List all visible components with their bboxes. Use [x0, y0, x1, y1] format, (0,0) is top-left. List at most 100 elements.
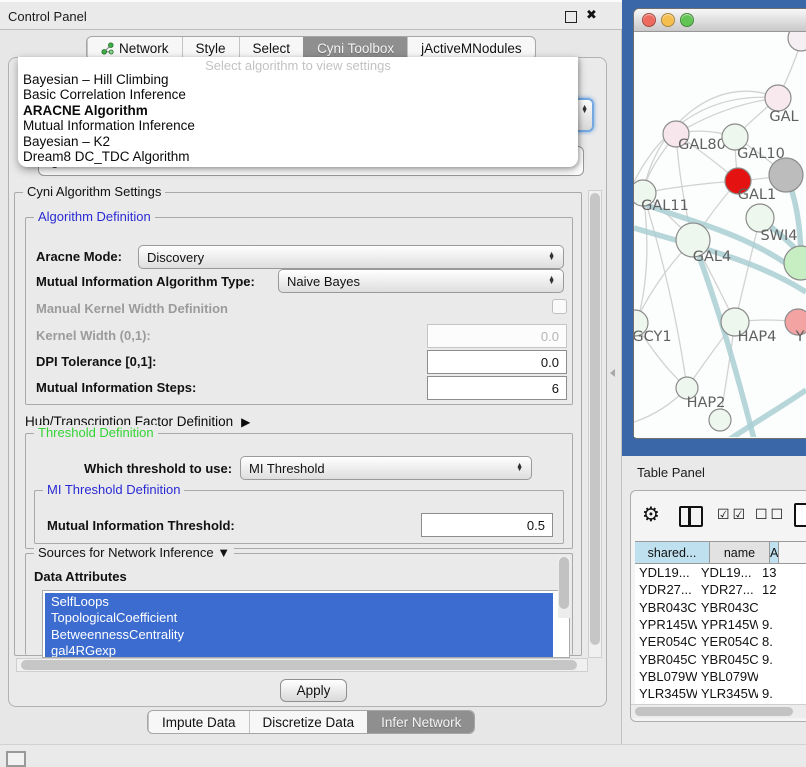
which-threshold-label: Which threshold to use:	[84, 461, 232, 476]
select-all-icon[interactable]: ☑☑	[717, 506, 748, 523]
which-threshold-select[interactable]: MI Threshold ▲▼	[240, 456, 532, 480]
columns-icon[interactable]	[679, 506, 703, 527]
dock-panel-icon[interactable]	[6, 751, 26, 767]
network-node-label: GCY1	[634, 329, 672, 345]
collapse-arrow-icon[interactable]: ▼	[217, 545, 230, 560]
close-traffic-light[interactable]	[642, 13, 656, 27]
attribute-list-item[interactable]: BetweennessCentrality	[45, 626, 553, 643]
table-panel-title: Table Panel	[637, 465, 705, 480]
table-row[interactable]: YPR145W YPR145W 9.	[635, 616, 806, 633]
aracne-mode-label: Aracne Mode:	[36, 249, 122, 264]
cyni-bottom-tab[interactable]: Discretize Data	[249, 711, 368, 733]
network-view-window[interactable]: GALGAL80GAL10GAL1GAL11SWI4GAL4GCY1HAP4YH…	[633, 8, 806, 439]
deselect-all-icon[interactable]: ☐☐	[755, 506, 786, 523]
tab-label: Cyni Toolbox	[317, 41, 394, 56]
network-node-label: GAL11	[641, 198, 689, 214]
group-title: Threshold Definition	[34, 425, 158, 440]
mi-steps-label: Mutual Information Steps:	[36, 380, 196, 395]
table-row[interactable]: YER054C YER054C 8.	[635, 633, 806, 650]
table-column-header[interactable]: name	[710, 542, 770, 563]
control-panel-tab[interactable]: Network	[87, 37, 182, 59]
network-node-label: GAL4	[693, 249, 731, 265]
algorithm-option[interactable]: Bayesian – K2	[23, 134, 573, 149]
control-panel-title: Control Panel	[8, 9, 87, 24]
expand-arrow-icon[interactable]: ▶	[241, 415, 250, 429]
control-panel-tab[interactable]: Style	[182, 37, 239, 59]
algorithm-option[interactable]: ARACNE Algorithm	[23, 103, 573, 118]
network-node-label: GAL80	[678, 137, 726, 153]
algorithm-option[interactable]: Mutual Information Inference	[23, 118, 573, 133]
table-horizontal-scrollbar[interactable]	[631, 704, 806, 718]
attribute-list-item[interactable]: gal4RGexp	[45, 643, 553, 659]
aracne-mode-select[interactable]: Discovery ▲▼	[138, 245, 564, 269]
algorithm-option[interactable]: Dream8 DC_TDC Algorithm	[23, 149, 573, 164]
export-table-icon[interactable]	[794, 503, 806, 527]
table-row[interactable]: YBL079W YBL079W	[635, 668, 806, 685]
float-window-icon[interactable]	[565, 11, 577, 23]
table-body: YDL19... YDL19... 13 YDR27... YDR27... 1…	[635, 564, 806, 705]
kernel-width-input[interactable]: 0.0	[427, 324, 567, 348]
table-header-row: shared... name A	[635, 541, 806, 564]
control-panel-tab[interactable]: jActiveMNodules	[407, 37, 535, 59]
zoom-traffic-light[interactable]	[680, 13, 694, 27]
table-row[interactable]: YDL19... YDL19... 13	[635, 564, 806, 581]
control-panel-titlebar: Control Panel ✖	[0, 0, 622, 30]
attribute-list-item[interactable]: TopologicalCoefficient	[45, 610, 553, 627]
network-node[interactable]	[765, 85, 791, 111]
control-panel: Control Panel ✖ Network	[0, 0, 622, 744]
tab-label: Style	[196, 41, 226, 56]
group-title: Sources for Network Inference ▼	[34, 545, 234, 560]
algorithm-dropdown-list: Select algorithm to view settings Bayesi…	[18, 57, 578, 167]
network-node[interactable]	[788, 32, 806, 51]
manual-kernel-width-checkbox[interactable]	[552, 299, 567, 314]
kernel-width-label: Kernel Width (0,1):	[36, 328, 151, 343]
network-svg: GALGAL80GAL10GAL1GAL11SWI4GAL4GCY1HAP4YH…	[634, 32, 806, 437]
table-row[interactable]: YBR043C YBR043C	[635, 599, 806, 616]
algorithm-option[interactable]: Basic Correlation Inference	[23, 87, 573, 102]
table-row[interactable]: YDR27... YDR27... 12	[635, 581, 806, 598]
tab-label: Network	[119, 41, 169, 56]
network-icon	[101, 42, 114, 55]
table-column-header[interactable]: A	[770, 542, 779, 563]
node-attribute-table: shared... name A YDL19... YDL19... 13 YD	[635, 541, 806, 705]
mi-algorithm-type-select[interactable]: Naive Bayes ▲▼	[278, 269, 564, 293]
network-node[interactable]	[709, 409, 731, 431]
data-attributes-list[interactable]: SelfLoops TopologicalCoefficient Between…	[42, 590, 570, 658]
cyni-bottom-tab[interactable]: Impute Data	[148, 711, 249, 733]
manual-kernel-width-label: Manual Kernel Width Definition	[36, 301, 228, 316]
combo-arrows-icon: ▲▼	[548, 253, 555, 262]
network-canvas[interactable]: GALGAL80GAL10GAL1GAL11SWI4GAL4GCY1HAP4YH…	[634, 32, 806, 437]
cyni-bottom-tab[interactable]: Infer Network	[367, 711, 474, 733]
combo-arrows-icon: ▲▼	[581, 106, 588, 115]
apply-button[interactable]: Apply	[280, 679, 347, 702]
status-strip	[0, 744, 806, 763]
mi-steps-input[interactable]: 6	[427, 376, 567, 400]
network-window-titlebar[interactable]	[634, 9, 806, 32]
algorithm-definition-group: Algorithm Definition Aracne Mode: Discov…	[25, 217, 573, 405]
table-row[interactable]: YLR345W YLR345W 9.	[635, 685, 806, 702]
dropdown-placeholder: Select algorithm to view settings	[18, 58, 578, 73]
settings-horizontal-scrollbar[interactable]	[16, 658, 588, 672]
dpi-tolerance-label: DPI Tolerance [0,1]:	[36, 354, 156, 369]
control-panel-tab[interactable]: Select	[239, 37, 304, 59]
close-icon[interactable]: ✖	[586, 7, 597, 23]
control-panel-tab[interactable]: Cyni Toolbox	[303, 37, 407, 59]
network-node[interactable]	[784, 246, 806, 280]
settings-vertical-scrollbar[interactable]	[588, 190, 602, 658]
algorithm-option[interactable]: Bayesian – Hill Climbing	[23, 72, 573, 87]
group-title: Algorithm Definition	[34, 209, 155, 224]
network-node-label: Y	[795, 329, 805, 345]
gear-icon[interactable]: ⚙	[642, 502, 660, 527]
table-panel: ⚙ ☑☑ ☐☐ shared... name A YDL19...	[630, 490, 806, 722]
attributes-vertical-scrollbar[interactable]	[558, 556, 570, 618]
attribute-list-item[interactable]: SelfLoops	[45, 593, 553, 610]
combo-arrows-icon: ▲▼	[516, 464, 523, 473]
split-pane-handle[interactable]	[610, 369, 615, 377]
table-column-header[interactable]: shared...	[635, 542, 710, 563]
network-node[interactable]	[769, 158, 803, 192]
minimize-traffic-light[interactable]	[661, 13, 675, 27]
mi-threshold-input[interactable]: 0.5	[421, 513, 553, 537]
dpi-tolerance-input[interactable]: 0.0	[427, 350, 567, 374]
group-title: MI Threshold Definition	[43, 482, 184, 497]
table-row[interactable]: YBR045C YBR045C 9.	[635, 650, 806, 667]
